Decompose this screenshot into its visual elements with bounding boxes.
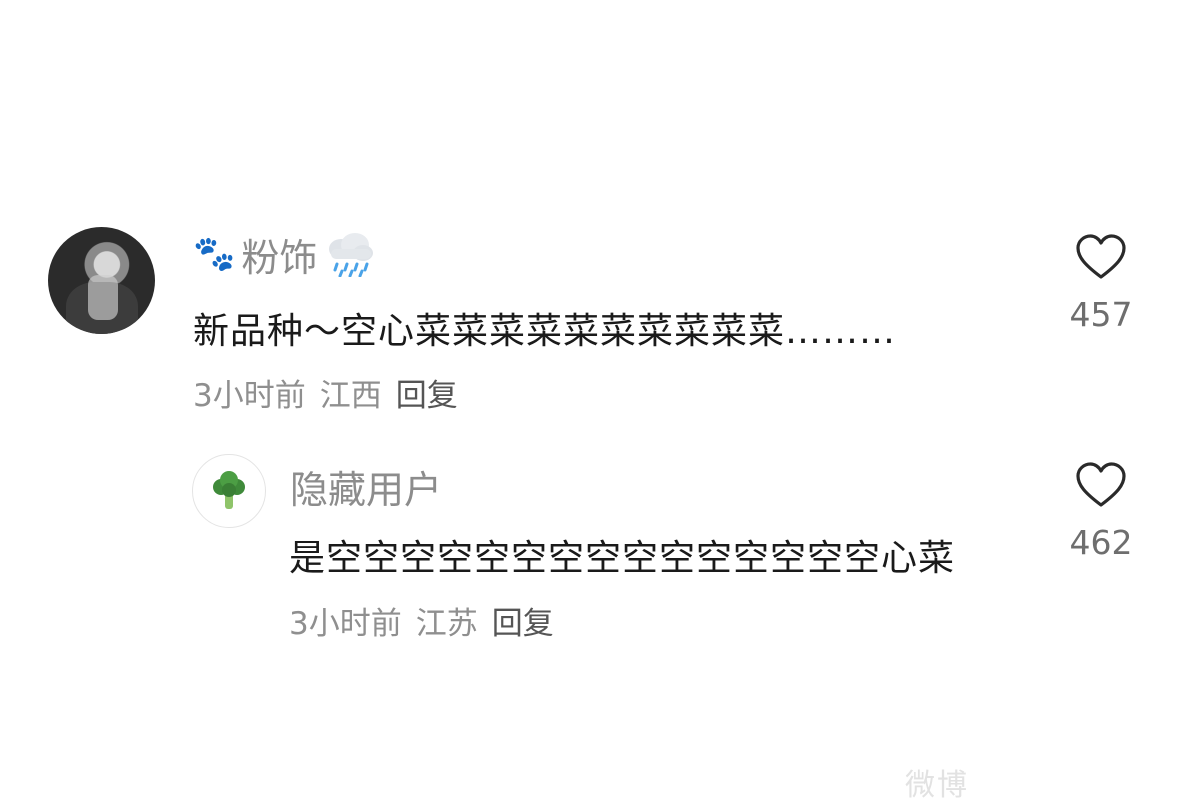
rain-cloud-icon bbox=[329, 233, 374, 277]
comment-like[interactable]: 457 bbox=[1061, 233, 1141, 334]
reply-avatar[interactable] bbox=[192, 454, 266, 528]
broccoli-icon bbox=[213, 471, 245, 509]
comment-location: 江西 bbox=[319, 378, 382, 414]
comment-username[interactable]: 粉饰 bbox=[241, 227, 317, 282]
like-count: 457 bbox=[1069, 295, 1133, 334]
reply-text: 是空空空空空空空空空空空空空空空心菜 bbox=[289, 538, 956, 579]
reply-like[interactable]: 462 bbox=[1061, 461, 1141, 562]
comment-username-row[interactable]: 🐾 粉饰 bbox=[193, 226, 375, 282]
heart-icon[interactable] bbox=[1075, 233, 1127, 281]
like-count: 462 bbox=[1069, 523, 1133, 562]
comment-time: 3小时前 bbox=[193, 378, 306, 414]
comment-text: 新品种～空心菜菜菜菜菜菜菜菜菜菜……… bbox=[193, 311, 897, 352]
reply-username[interactable]: 隐藏用户 bbox=[290, 459, 442, 514]
heart-icon[interactable] bbox=[1075, 461, 1127, 509]
reply-location: 江苏 bbox=[415, 606, 478, 642]
avatar-figure-highlight bbox=[88, 275, 118, 320]
reply-time: 3小时前 bbox=[289, 606, 402, 642]
reply-meta: 3小时前 江苏 回复 bbox=[289, 598, 554, 643]
paw-icon: 🐾 bbox=[193, 234, 236, 274]
reply-reply-button[interactable]: 回复 bbox=[492, 598, 554, 643]
avatar[interactable] bbox=[48, 227, 155, 334]
watermark: 微博 bbox=[905, 768, 969, 803]
comment-reply-button[interactable]: 回复 bbox=[396, 370, 458, 415]
comment-meta: 3小时前 江西 回复 bbox=[193, 370, 458, 415]
